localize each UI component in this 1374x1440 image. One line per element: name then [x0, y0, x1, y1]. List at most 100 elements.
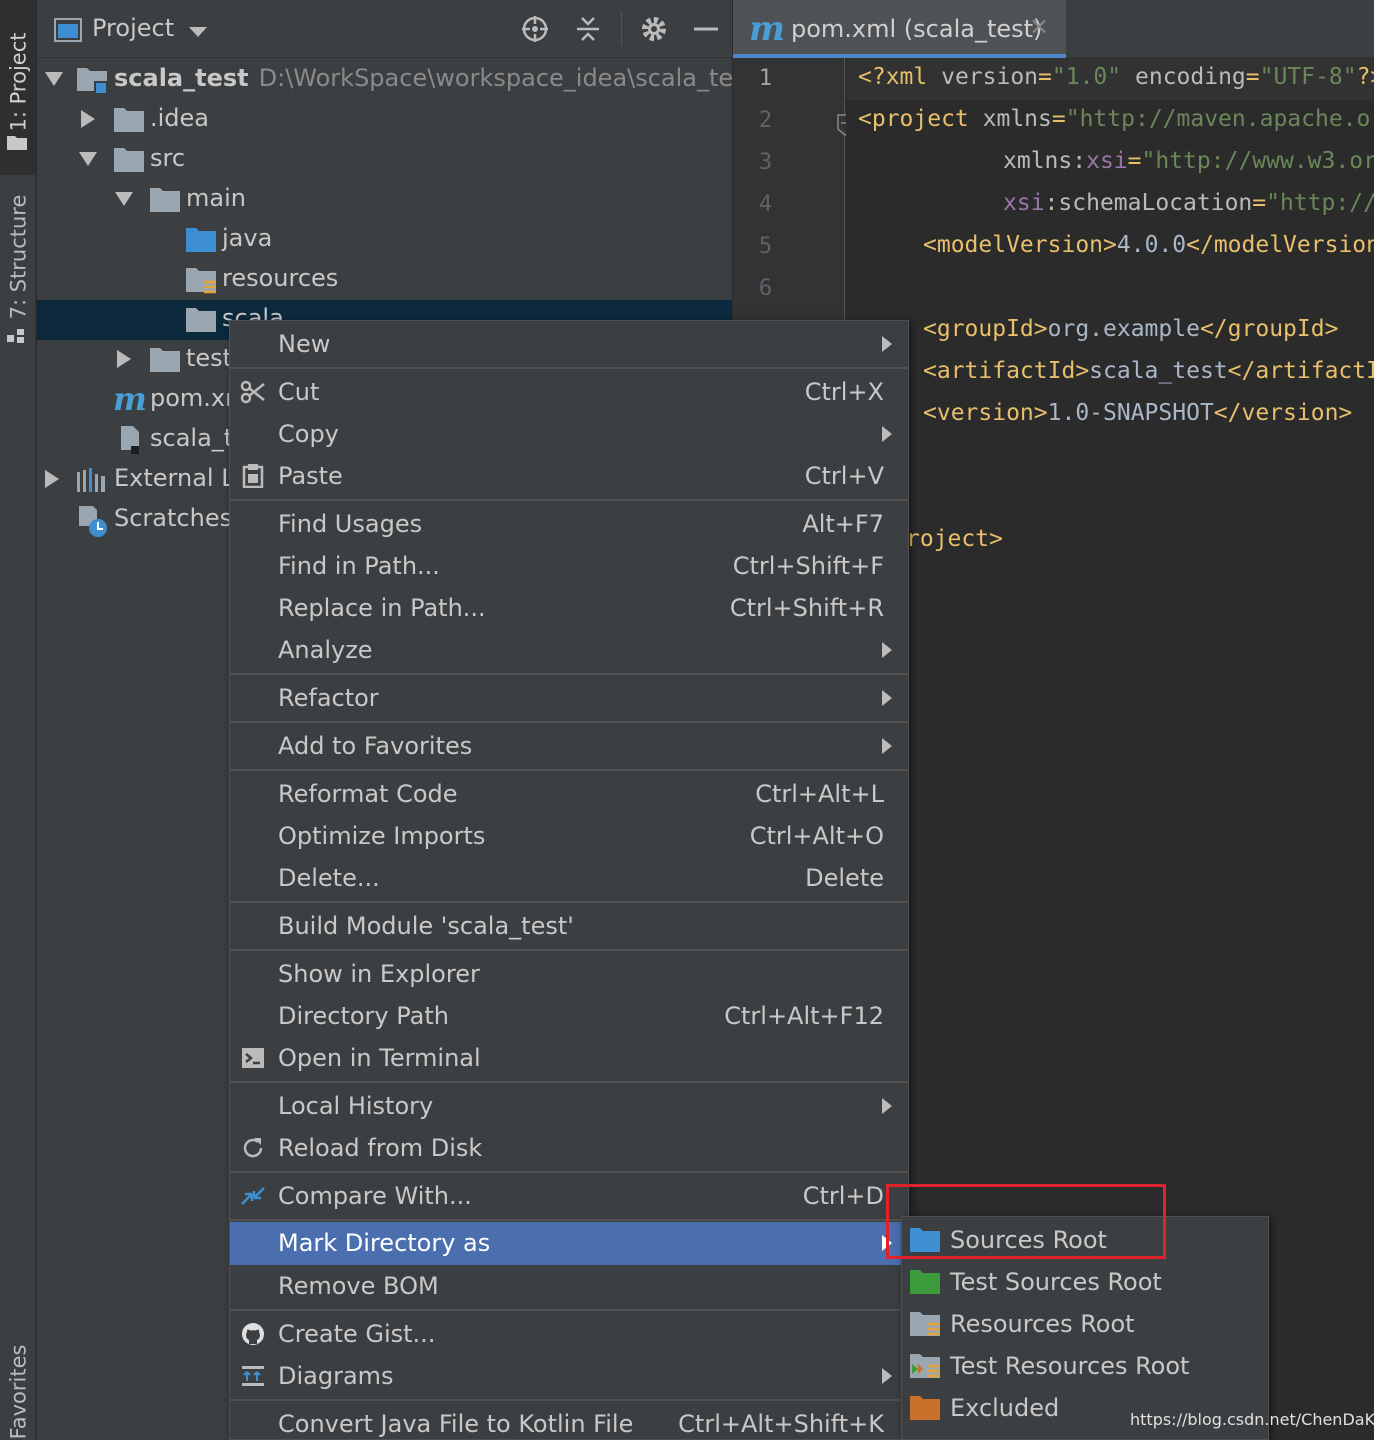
submenu-item-resources-root[interactable]: Resources Root: [902, 1303, 1268, 1345]
menu-separator: [230, 499, 908, 501]
menu-item-open-in-terminal[interactable]: Open in Terminal: [230, 1037, 908, 1079]
tree-item-label: .idea: [150, 104, 210, 132]
resources-folder-icon: [186, 268, 216, 294]
expanded-arrow-icon[interactable]: [79, 150, 97, 168]
locate-icon[interactable]: [520, 14, 550, 44]
resources-folder-icon: [910, 1312, 940, 1336]
context-menu: New Cut Ctrl+X Copy Paste Ctrl+V Find Usag…: [229, 320, 909, 1440]
menu-item-remove-bom[interactable]: Remove BOM: [230, 1265, 908, 1307]
minimize-icon[interactable]: [691, 14, 721, 44]
menu-separator: [230, 673, 908, 675]
folder-icon: [7, 136, 27, 150]
tree-item-resources[interactable]: resources: [37, 260, 732, 300]
code-line-8: <artifactId>scala_test</artifactId>: [923, 358, 1374, 384]
tree-item-main[interactable]: main: [37, 180, 732, 220]
tree-item-label: pom.xr: [150, 384, 235, 412]
structure-tool-tab[interactable]: 7: Structure: [0, 185, 36, 355]
code-line-1: <?xml version="1.0" encoding="UTF-8"?>: [858, 64, 1374, 90]
submenu-arrow-icon: [882, 336, 892, 352]
menu-separator: [230, 721, 908, 723]
tree-item-label: test: [186, 344, 233, 372]
tree-item-label: src: [150, 144, 186, 172]
project-tool-tab-label: 1: Project: [6, 32, 30, 132]
code-line-2: <project xmlns="http://maven.apache.org/…: [858, 106, 1374, 132]
menu-separator: [230, 901, 908, 903]
menu-separator: [230, 949, 908, 951]
editor-tab-pom[interactable]: m pom.xml (scala_test) ×: [733, 0, 1066, 58]
maven-icon: m: [113, 380, 147, 418]
chevron-down-icon[interactable]: [189, 27, 207, 37]
submenu-item-test-sources-root[interactable]: Test Sources Root: [902, 1261, 1268, 1303]
menu-item-find-in-path[interactable]: Find in Path... Ctrl+Shift+F: [230, 545, 908, 587]
source-folder-icon: [186, 228, 216, 252]
tree-item-src[interactable]: src: [37, 140, 732, 180]
collapsed-arrow-icon[interactable]: [79, 110, 97, 128]
tree-item-label: scala_test D:\WorkSpace\workspace_idea\sc…: [114, 64, 756, 92]
submenu-arrow-icon: [882, 1098, 892, 1114]
menu-separator: [230, 769, 908, 771]
collapsed-arrow-icon[interactable]: [115, 350, 133, 368]
menu-item-reload-from-disk[interactable]: Reload from Disk: [230, 1127, 908, 1169]
close-icon[interactable]: ×: [1029, 12, 1049, 40]
menu-item-show-in-explorer[interactable]: Show in Explorer: [230, 953, 908, 995]
collapsed-arrow-icon[interactable]: [43, 470, 61, 488]
project-view-selector[interactable]: Project: [92, 14, 174, 42]
tree-item-label: scala_t: [150, 424, 234, 452]
project-pane-header: Project: [37, 0, 732, 58]
menu-item-reformat-code[interactable]: Reformat Code Ctrl+Alt+L: [230, 773, 908, 815]
menu-item-delete[interactable]: Delete... Delete: [230, 857, 908, 899]
tree-item-scala-test[interactable]: scala_test D:\WorkSpace\workspace_idea\sc…: [37, 60, 755, 100]
menu-separator: [230, 1081, 908, 1083]
libraries-icon: [77, 468, 105, 492]
menu-item-add-to-favorites[interactable]: Add to Favorites: [230, 725, 908, 767]
annotation-highlight-box: [886, 1184, 1166, 1259]
menu-item-refactor[interactable]: Refactor: [230, 677, 908, 719]
tree-item-label: External Li: [114, 464, 242, 492]
line-number: 2: [758, 108, 773, 133]
test-folder-icon: [910, 1270, 940, 1294]
menu-item-mark-directory-as[interactable]: Mark Directory as: [230, 1222, 908, 1265]
submenu-item-test-resources-root[interactable]: Test Resources Root: [902, 1345, 1268, 1387]
watermark: https://blog.csdn.net/ChenDaKe7: [1130, 1410, 1374, 1429]
menu-item-optimize-imports[interactable]: Optimize Imports Ctrl+Alt+O: [230, 815, 908, 857]
project-view-icon: [54, 18, 82, 42]
collapse-all-icon[interactable]: [573, 14, 603, 44]
menu-item-copy[interactable]: Copy: [230, 413, 908, 455]
menu-separator: [230, 1309, 908, 1311]
menu-item-local-history[interactable]: Local History: [230, 1085, 908, 1127]
tree-item-java[interactable]: java: [37, 220, 732, 260]
diagram-icon: [242, 1366, 264, 1386]
structure-icon: [7, 329, 24, 343]
menu-item-analyze[interactable]: Analyze: [230, 629, 908, 671]
menu-item-diagrams[interactable]: Diagrams: [230, 1355, 908, 1397]
menu-item-replace-in-path[interactable]: Replace in Path... Ctrl+Shift+R: [230, 587, 908, 629]
code-line-12: roject>: [906, 526, 1003, 552]
tree-item-label: main: [186, 184, 246, 212]
menu-item-find-usages[interactable]: Find Usages Alt+F7: [230, 503, 908, 545]
menu-item-directory-path[interactable]: Directory Path Ctrl+Alt+F12: [230, 995, 908, 1037]
menu-item-cut[interactable]: Cut Ctrl+X: [230, 371, 908, 413]
test-resources-folder-icon: [910, 1354, 940, 1378]
module-file-icon: [121, 426, 139, 454]
tree-item-idea[interactable]: .idea: [37, 100, 732, 140]
menu-item-convert-to-kotlin[interactable]: Convert Java File to Kotlin File Ctrl+Alt…: [230, 1403, 908, 1440]
expanded-arrow-icon[interactable]: [45, 70, 63, 88]
line-number: 1: [758, 66, 773, 91]
tool-window-strip: 1: Project 7: Structure Favorites: [0, 0, 36, 1440]
editor-tab-title: pom.xml (scala_test): [791, 15, 1043, 43]
folder-icon: [114, 108, 144, 132]
menu-item-paste[interactable]: Paste Ctrl+V: [230, 455, 908, 497]
code-line-7: <groupId>org.example</groupId>: [923, 316, 1339, 342]
favorites-tool-tab[interactable]: Favorites: [0, 1330, 36, 1440]
project-tool-tab[interactable]: 1: Project: [0, 0, 36, 175]
favorites-tool-tab-label: Favorites: [6, 1344, 31, 1440]
gear-icon[interactable]: [639, 14, 669, 44]
clipboard-icon: [242, 464, 264, 488]
expanded-arrow-icon[interactable]: [115, 190, 133, 208]
menu-item-new[interactable]: New: [230, 323, 908, 365]
menu-item-create-gist[interactable]: Create Gist...: [230, 1313, 908, 1355]
folder-icon: [186, 308, 216, 332]
menu-item-compare-with[interactable]: Compare With... Ctrl+D: [230, 1175, 908, 1217]
menu-item-build-module[interactable]: Build Module 'scala_test': [230, 905, 908, 947]
submenu-arrow-icon: [882, 738, 892, 754]
